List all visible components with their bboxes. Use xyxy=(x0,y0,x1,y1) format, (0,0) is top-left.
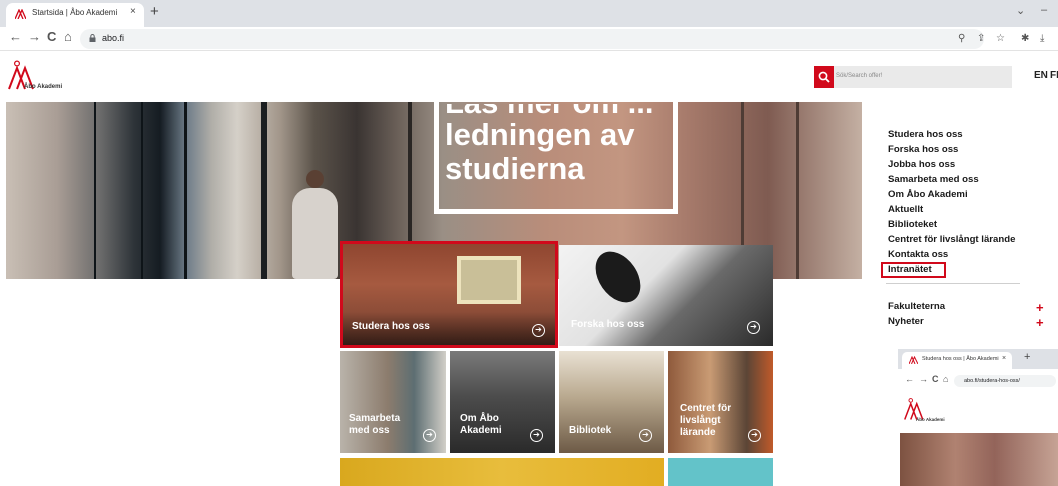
tile-teal[interactable] xyxy=(668,458,773,486)
tile-yellow[interactable] xyxy=(340,458,664,486)
inset-new-tab-button[interactable]: + xyxy=(1024,351,1030,363)
tile-label: Studera hos oss xyxy=(352,321,430,332)
tab-close-button[interactable]: × xyxy=(130,6,136,17)
inset-tab-title: Studera hos oss | Åbo Akademi xyxy=(922,356,999,362)
arrow-circle-icon: ➔ xyxy=(748,429,761,442)
arrow-circle-icon: ➔ xyxy=(639,429,652,442)
tab-title: Startsida | Åbo Akademi xyxy=(32,8,118,17)
browser-tab-bar: Startsida | Åbo Akademi × + ⌄ – xyxy=(0,0,1058,27)
inset-tab-close-button[interactable]: × xyxy=(1002,355,1006,362)
tile-label: Forska hos oss xyxy=(571,319,645,330)
nav-item-om-abo[interactable]: Om Åbo Akademi xyxy=(888,189,968,200)
nav-item-samarbeta[interactable]: Samarbeta med oss xyxy=(888,174,979,185)
inset-url-text: abo.fi/studera-hos-oss/ xyxy=(964,378,1020,384)
new-tab-button[interactable]: + xyxy=(150,3,159,20)
tile-centret[interactable]: Centret för livslångt lärande ➔ xyxy=(668,351,773,453)
arrow-circle-icon: ➔ xyxy=(530,429,543,442)
hero-person-body xyxy=(292,188,338,279)
tile-samarbeta[interactable]: Samarbeta med oss ➔ xyxy=(340,351,446,453)
nyheter-toggle[interactable]: Nyheter xyxy=(888,316,924,327)
tile-forska[interactable]: Forska hos oss ➔ xyxy=(559,245,773,346)
intranet-highlight-box xyxy=(881,262,946,278)
tile-bibliotek[interactable]: Bibliotek ➔ xyxy=(559,351,664,453)
inset-forward-icon[interactable]: → xyxy=(919,374,928,384)
download-icon[interactable]: ⤓ xyxy=(1040,33,1044,44)
home-icon[interactable]: ⌂ xyxy=(64,29,72,44)
back-icon[interactable]: ← xyxy=(9,29,22,44)
search-button[interactable] xyxy=(814,66,834,88)
search-placeholder: Sök/Search offer! xyxy=(836,73,883,79)
tile-window xyxy=(457,256,521,304)
favicon-icon xyxy=(15,9,26,19)
tile-om-abo[interactable]: Om Åbo Akademi ➔ xyxy=(450,351,555,453)
lock-icon xyxy=(89,34,96,42)
hero-heading-line-3: studierna xyxy=(445,151,585,186)
arrow-circle-icon: ➔ xyxy=(747,321,760,334)
inset-favicon-icon xyxy=(909,356,918,364)
nav-item-centret[interactable]: Centret för livslångt lärande xyxy=(888,234,1015,245)
nav-item-forska[interactable]: Forska hos oss xyxy=(888,144,958,155)
minimize-button[interactable]: – xyxy=(1041,4,1047,16)
tile-label: Samarbeta med oss xyxy=(349,413,401,436)
tile-microscope xyxy=(586,245,650,311)
inset-screenshot: Studera hos oss | Åbo Akademi × + ← → C … xyxy=(898,349,1058,486)
browser-tab[interactable]: Startsida | Åbo Akademi × xyxy=(6,3,144,27)
inset-address-bar[interactable]: abo.fi/studera-hos-oss/ xyxy=(954,375,1056,387)
nav-item-biblioteket[interactable]: Biblioteket xyxy=(888,219,937,230)
tile-studera[interactable]: Studera hos oss ➔ xyxy=(340,241,558,348)
bookmark-icon[interactable]: ☆ xyxy=(996,33,1005,44)
tile-label: Bibliotek xyxy=(569,425,612,436)
tile-label: Om Åbo Akademi xyxy=(460,413,502,436)
inset-photo xyxy=(900,433,1058,486)
address-bar[interactable]: abo.fi xyxy=(80,29,984,49)
search-icon xyxy=(818,71,830,83)
tile-label: Centret för livslångt lärande xyxy=(680,403,732,438)
inset-browser-tab[interactable]: Studera hos oss | Åbo Akademi × xyxy=(902,352,1012,369)
inset-tab-bar: Studera hos oss | Åbo Akademi × + xyxy=(898,349,1058,369)
fakulteterna-expand-icon[interactable]: + xyxy=(1036,300,1044,315)
hero-heading-line-2: ledningen av xyxy=(445,117,635,152)
extensions-icon[interactable]: ✱ xyxy=(1021,33,1029,44)
tab-search-icon[interactable]: ⌄ xyxy=(1016,4,1025,17)
lang-fi-link[interactable]: FI xyxy=(1050,70,1058,81)
nav-item-aktuellt[interactable]: Aktuellt xyxy=(888,204,923,215)
inset-logo-text: Åbo Akademi xyxy=(916,417,945,422)
search-input[interactable]: Sök/Search offer! xyxy=(814,66,1012,88)
zoom-icon[interactable]: ⚲ xyxy=(958,33,965,44)
nyheter-expand-icon[interactable]: + xyxy=(1036,315,1044,330)
nav-divider xyxy=(886,283,1020,284)
nav-item-kontakta[interactable]: Kontakta oss xyxy=(888,249,948,260)
inset-reload-icon[interactable]: C xyxy=(932,374,939,384)
forward-icon[interactable]: → xyxy=(28,29,41,44)
fakulteterna-toggle[interactable]: Fakulteterna xyxy=(888,301,945,312)
reload-icon[interactable]: C xyxy=(47,29,56,44)
inset-home-icon[interactable]: ⌂ xyxy=(943,374,948,384)
nav-item-jobba[interactable]: Jobba hos oss xyxy=(888,159,955,170)
inset-back-icon[interactable]: ← xyxy=(905,374,914,384)
arrow-circle-icon: ➔ xyxy=(532,324,545,337)
lang-en-link[interactable]: EN xyxy=(1034,70,1048,81)
url-text: abo.fi xyxy=(102,33,125,43)
share-icon[interactable]: ⇪ xyxy=(977,33,985,44)
logo-text: Åbo Akademi xyxy=(24,84,63,90)
arrow-circle-icon: ➔ xyxy=(423,429,436,442)
nav-item-studera[interactable]: Studera hos oss xyxy=(888,129,963,140)
browser-toolbar: ← → C ⌂ abo.fi ⚲ ⇪ ☆ ✱ ⤓ xyxy=(0,27,1058,51)
hero-person-head xyxy=(306,170,324,188)
